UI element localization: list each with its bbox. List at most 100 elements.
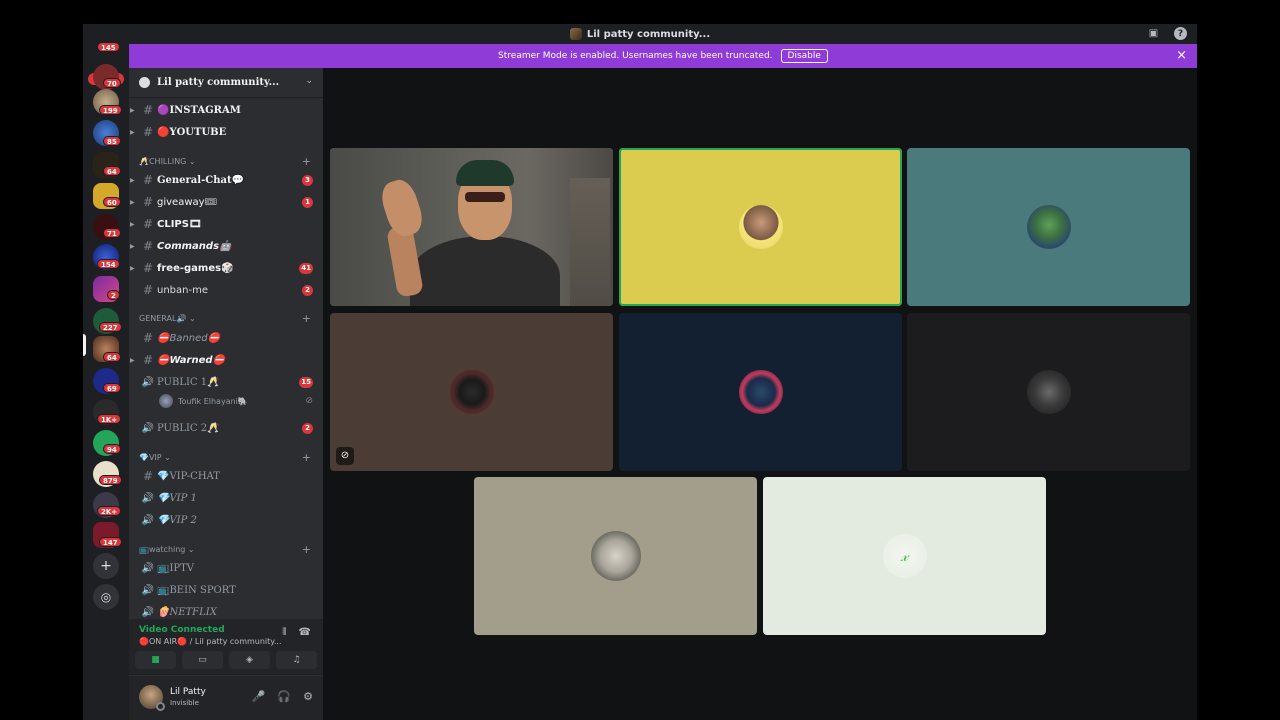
voice-channel-bein-sport[interactable]: 🔊 📺BEIN SPORT: [129, 580, 323, 600]
channel-name: 📺BEIN SPORT: [157, 584, 236, 596]
voice-channel-vip2[interactable]: 🔊 💎VIP 2: [129, 510, 323, 530]
streamer-mode-banner: Streamer Mode is enabled. Usernames have…: [129, 44, 1197, 68]
noise-suppression-icon[interactable]: ⦀: [282, 627, 286, 638]
channel-clips[interactable]: ▶ # CLIPS🎞: [129, 214, 323, 234]
video-tile-user[interactable]: [907, 148, 1190, 306]
voice-user[interactable]: Toufik Elhayani🐘 ⊘: [159, 393, 319, 409]
channel-unban-me[interactable]: # unban-me 2: [129, 280, 323, 300]
channel-name: Commands🤖: [157, 240, 232, 252]
video-tile-user[interactable]: [619, 148, 902, 306]
disconnect-icon[interactable]: ☎: [299, 627, 311, 638]
channel-name: PUBLIC 1🥂: [157, 376, 220, 388]
status-indicator: [156, 702, 165, 711]
speaker-icon: 🔊: [141, 422, 155, 434]
voice-channel-public2[interactable]: 🔊 PUBLIC 2🥂 2: [129, 418, 323, 438]
help-icon[interactable]: ?: [1174, 27, 1187, 40]
user-panel: Lil Patty Invisible 🎤 🎧 ⚙: [129, 676, 323, 720]
channel-free-games[interactable]: ▶ # free-games🎲 41: [129, 258, 323, 278]
category-chilling[interactable]: 🥂CHILLING ⌄ +: [139, 154, 313, 168]
category-general[interactable]: GENERAL🔊 ⌄ +: [139, 311, 313, 325]
channel-commands[interactable]: ▶ # Commands🤖: [129, 236, 323, 256]
channel-warned[interactable]: ▶ # ⛔Warned⛔: [129, 350, 323, 370]
chevron-right-icon: ▶: [130, 106, 135, 114]
category-vip[interactable]: 💎VIP ⌄ +: [139, 450, 313, 464]
server-badge: 1K+: [97, 414, 122, 424]
voice-user-name: Toufik Elhayani🐘: [178, 396, 248, 406]
voice-actions: ■ ▭ ◈ ♫: [135, 651, 317, 669]
voice-channel-vip1[interactable]: 🔊 💎VIP 1: [129, 488, 323, 508]
avatar: 𝓍: [882, 534, 927, 578]
hash-icon: #: [142, 469, 154, 483]
server-badge: 879: [99, 475, 122, 485]
headphones-icon[interactable]: 🎧: [277, 690, 291, 703]
guild-header[interactable]: Lil patty community... ⌄: [129, 68, 323, 98]
channel-banned[interactable]: # ⛔Banned⛔: [129, 328, 323, 348]
channel-instagram[interactable]: ▶ # 🟣INSTAGRAM: [129, 100, 323, 120]
video-tile-user[interactable]: [907, 313, 1190, 471]
channel-name: 💎VIP 2: [157, 514, 197, 526]
voice-channel-iptv[interactable]: 🔊 📺IPTV: [129, 558, 323, 578]
voice-status[interactable]: Video Connected: [139, 625, 225, 635]
category-name: 💎VIP ⌄: [139, 452, 171, 462]
banner-close-icon[interactable]: ×: [1176, 49, 1187, 62]
channel-name: free-games🎲: [157, 262, 234, 274]
video-tile-camera[interactable]: [330, 148, 613, 306]
channel-name: unban-me: [157, 284, 208, 296]
server-mini-avatar: [569, 28, 582, 40]
video-tile-user[interactable]: ⊘: [330, 313, 613, 471]
hash-icon: #: [142, 173, 154, 187]
microphone-icon[interactable]: 🎤: [252, 690, 266, 703]
mention-badge: 15: [299, 376, 313, 388]
speaker-icon: 🔊: [141, 584, 155, 596]
add-server-icon[interactable]: +: [93, 553, 119, 579]
hash-icon: #: [142, 103, 154, 117]
channel-general-chat[interactable]: ▶ # General-Chat💬 3: [129, 170, 323, 190]
title-bar: Lil patty community... ▣ ?: [83, 24, 1197, 44]
add-channel-icon[interactable]: +: [302, 451, 311, 464]
soundboard-button[interactable]: ♫: [276, 651, 317, 669]
add-channel-icon[interactable]: +: [302, 543, 311, 556]
category-name: 📺watching ⌄: [139, 544, 195, 554]
video-tile-user[interactable]: [619, 313, 902, 471]
avatar: [1026, 370, 1071, 414]
video-tile-user[interactable]: 𝓍: [763, 477, 1046, 635]
channel-name: PUBLIC 2🥂: [157, 422, 220, 434]
server-badge: 199: [99, 105, 122, 115]
add-channel-icon[interactable]: +: [302, 312, 311, 325]
channel-name: 🔴YOUTUBE: [157, 126, 227, 138]
discover-icon[interactable]: ◎: [93, 584, 119, 610]
video-tile-user[interactable]: [474, 477, 757, 635]
screen-share-button[interactable]: ▭: [182, 651, 223, 669]
chevron-right-icon: ▶: [130, 356, 135, 364]
chevron-down-icon: ⌄: [305, 76, 313, 86]
channel-name: 🍿NETFLIX: [157, 606, 217, 618]
inbox-icon[interactable]: ▣: [1147, 27, 1160, 40]
camera-button[interactable]: ■: [135, 651, 176, 669]
disable-button[interactable]: Disable: [780, 49, 828, 63]
server-badge: 85: [103, 136, 121, 146]
mention-badge: 2: [302, 284, 313, 296]
channel-vip-chat[interactable]: # 💎VIP-CHAT: [129, 466, 323, 486]
activity-button[interactable]: ◈: [229, 651, 270, 669]
channel-youtube[interactable]: ▶ # 🔴YOUTUBE: [129, 122, 323, 142]
server-badge: 227: [99, 322, 122, 332]
voice-connection-panel: Video Connected 🔴ON AIR🔴 / Lil patty com…: [129, 619, 323, 675]
hash-icon: #: [142, 331, 154, 345]
voice-channel-public1[interactable]: 🔊 PUBLIC 1🥂 15: [129, 372, 323, 392]
server-rail: 145 NEW 70 199 85 64 60 71 154 2 227 64 …: [83, 42, 129, 720]
channel-name: CLIPS🎞: [157, 218, 202, 230]
window-title: Lil patty community...: [569, 28, 710, 40]
user-name[interactable]: Lil Patty: [170, 687, 206, 697]
locked-speaker-icon: 🔊: [141, 514, 155, 526]
channel-name: ⛔Banned⛔: [157, 332, 221, 344]
speaker-icon: 🔊: [141, 376, 155, 388]
settings-gear-icon[interactable]: ⚙: [303, 690, 313, 703]
avatar: [1026, 205, 1071, 249]
server-badge: 70: [103, 78, 121, 88]
voice-location[interactable]: 🔴ON AIR🔴 / Lil patty community...: [139, 637, 282, 646]
hash-icon: #: [142, 195, 154, 209]
add-channel-icon[interactable]: +: [302, 155, 311, 168]
channel-giveaway[interactable]: ▶ # giveaway🎟 1: [129, 192, 323, 212]
category-watching[interactable]: 📺watching ⌄ +: [139, 542, 313, 556]
channel-name: 💎VIP 1: [157, 492, 197, 504]
